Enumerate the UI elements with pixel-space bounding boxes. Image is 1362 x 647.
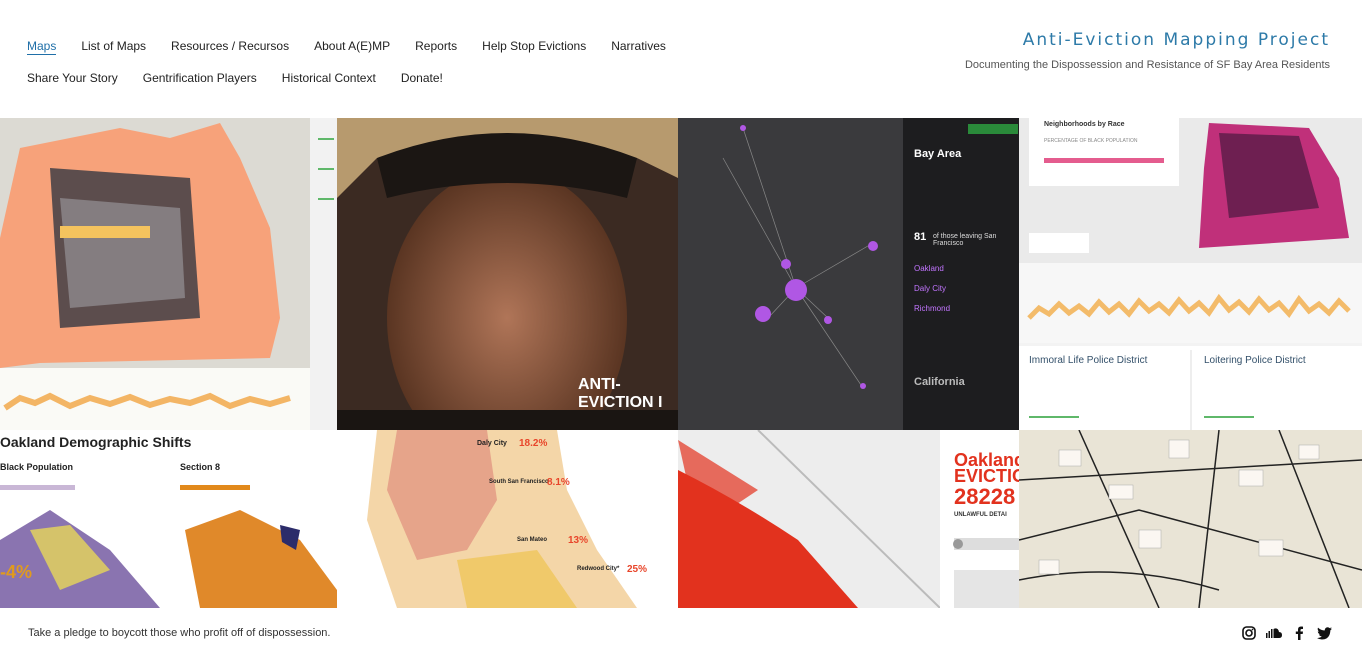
race-legend-sub: PERCENTAGE OF BLACK POPULATION	[1044, 138, 1138, 144]
twitter-icon[interactable]	[1316, 625, 1332, 641]
label-redwood-city: Redwood City*	[577, 566, 620, 572]
police-district-2: Loitering Police District	[1204, 355, 1306, 366]
peninsula-graphic	[337, 430, 678, 608]
nav-list-of-maps[interactable]: List of Maps	[81, 38, 146, 54]
relocation-california: California	[914, 376, 965, 388]
gallery-tile-peninsula-rent[interactable]: Daly City 18.2% South San Francisco 8.1%…	[337, 430, 678, 608]
footer-pledge[interactable]: Take a pledge to boycott those who profi…	[28, 627, 330, 639]
nav-resources[interactable]: Resources / Recursos	[171, 38, 289, 54]
nav-about[interactable]: About A(E)MP	[314, 38, 390, 54]
site-title[interactable]: Anti-Eviction Mapping Project	[965, 30, 1330, 50]
value-south-sf: 8.1%	[547, 477, 570, 488]
evictions-desc: UNLAWFUL DETAI	[954, 512, 1007, 518]
nav-historical-context[interactable]: Historical Context	[282, 70, 376, 86]
race-legend-title: Neighborhoods by Race	[1044, 121, 1125, 128]
portrait-caption: ANTI-EVICTION I	[578, 376, 663, 411]
brand: Anti-Eviction Mapping Project Documentin…	[965, 30, 1330, 71]
gallery-tile-sf-evictions-map[interactable]	[0, 118, 337, 430]
value-redwood-city: 25%	[627, 564, 648, 575]
gallery-tile-portrait[interactable]: ANTI-EVICTION I	[337, 118, 678, 430]
police-district-1: Immoral Life Police District	[1029, 355, 1148, 366]
map-gallery: ANTI-EVICTION I Bay Area 81 of those lea…	[0, 118, 1362, 608]
soundcloud-icon[interactable]	[1266, 625, 1282, 641]
nav-row-1: Maps List of Maps Resources / Recursos A…	[27, 30, 727, 62]
label-san-mateo: San Mateo	[517, 537, 548, 543]
nav-narratives[interactable]: Narratives	[611, 38, 666, 54]
gallery-tile-neighborhoods-by-race[interactable]: Neighborhoods by Race PERCENTAGE OF BLAC…	[1019, 118, 1362, 430]
value-san-mateo: 13%	[568, 535, 589, 546]
relocation-text: of those leaving San Francisco	[933, 233, 997, 247]
nav-gentrification-players[interactable]: Gentrification Players	[143, 70, 257, 86]
relocation-city-richmond: Richmond	[914, 304, 951, 313]
facebook-icon[interactable]	[1291, 625, 1307, 641]
evictions-count: 28228	[954, 484, 1016, 509]
social-links	[1241, 625, 1332, 641]
demographics-graphic	[0, 485, 337, 608]
demographics-pct: -4%	[0, 562, 33, 582]
site-subtitle: Documenting the Dispossession and Resist…	[964, 59, 1330, 71]
label-daly-city: Daly City	[477, 440, 507, 447]
gallery-tile-bay-area-relocation[interactable]: Bay Area 81 of those leaving San Francis…	[678, 118, 1019, 430]
gallery-tile-oakland-demographics[interactable]: Oakland Demographic Shifts Black Populat…	[0, 430, 337, 608]
gallery-tile-community-map[interactable]	[1019, 430, 1362, 608]
community-map-graphic	[1019, 430, 1362, 608]
main-nav: Maps List of Maps Resources / Recursos A…	[27, 30, 727, 94]
relocation-map-graphic	[678, 118, 1019, 430]
instagram-icon[interactable]	[1241, 625, 1257, 641]
nav-help-stop-evictions[interactable]: Help Stop Evictions	[482, 38, 586, 54]
relocation-count: 81	[914, 231, 927, 243]
relocation-city-daly-city: Daly City	[914, 284, 947, 293]
nav-donate[interactable]: Donate!	[401, 70, 443, 86]
nav-reports[interactable]: Reports	[415, 38, 457, 54]
label-south-sf: South San Francisco	[489, 479, 549, 485]
sf-map-graphic	[0, 118, 337, 430]
value-daly-city: 18.2%	[519, 438, 548, 449]
relocation-city-oakland: Oakland	[914, 264, 944, 273]
gallery-tile-oakland-evictions[interactable]: Oakland EVICTIO 28228 UNLAWFUL DETAI	[678, 430, 1019, 608]
relocation-title: Bay Area	[914, 148, 962, 160]
nav-maps[interactable]: Maps	[27, 38, 57, 55]
race-map-graphic	[1019, 118, 1362, 430]
nav-row-2: Share Your Story Gentrification Players …	[27, 62, 727, 94]
nav-share-your-story[interactable]: Share Your Story	[27, 70, 118, 86]
